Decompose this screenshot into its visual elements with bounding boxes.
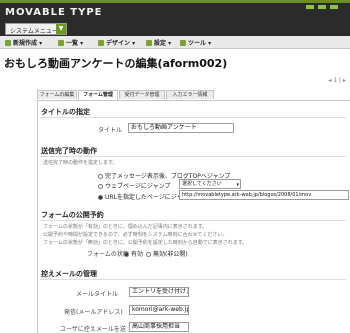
toolbar-new-menu[interactable]: 新規作成 ▾ bbox=[5, 38, 42, 47]
section-title-heading: タイトルの指定 bbox=[41, 108, 90, 116]
tools-icon bbox=[180, 40, 186, 46]
section-publish-heading: フォームの公開予約 bbox=[41, 211, 104, 219]
chevron-down-icon: ▾ bbox=[236, 182, 239, 188]
mail-title-label: メールタイトル bbox=[76, 291, 119, 298]
header-accent-stripe bbox=[0, 0, 350, 3]
divider bbox=[40, 279, 346, 280]
new-icon bbox=[5, 40, 11, 46]
radio-circle-icon bbox=[98, 184, 103, 189]
decor-dot-icon bbox=[306, 5, 314, 9]
pagination[interactable]: ◂ 1 | ▸ bbox=[328, 77, 346, 84]
settings-icon bbox=[146, 40, 152, 46]
title-input[interactable]: おもしろ動画アンケート bbox=[128, 123, 234, 133]
toolbar-list-menu[interactable]: 一覧 ▾ bbox=[58, 38, 83, 47]
radio-circle-icon bbox=[98, 195, 103, 200]
decor-dot-icon bbox=[329, 5, 338, 9]
tab-form-edit[interactable]: フォームの編集 bbox=[37, 90, 77, 99]
after-send-note: 送信完了時の動作を指定します。 bbox=[43, 160, 118, 166]
tab-received-data[interactable]: 受付データ管理 bbox=[119, 90, 165, 99]
title-label: タイトル bbox=[98, 127, 123, 134]
user-mail-input[interactable]: 高山商事採用担当 bbox=[129, 322, 189, 332]
radio-circle-icon bbox=[124, 252, 129, 257]
from-address-label: 発信(メールアドレス) bbox=[64, 309, 123, 316]
jump-url-input[interactable]: http://movabletype.ark-web.jp/blogos/200… bbox=[179, 190, 349, 200]
divider bbox=[40, 156, 346, 157]
system-menu-dropdown[interactable]: システムメニュー ▼ bbox=[5, 23, 67, 35]
page-title: おもしろ動画アンケートの編集(aform002) bbox=[4, 57, 228, 70]
logo-text: MOVABLE TYPE bbox=[5, 7, 103, 18]
chevron-down-icon[interactable]: ▼ bbox=[56, 24, 66, 34]
form-status-label: フォームの状態 bbox=[87, 251, 129, 258]
tab-form-management[interactable]: フォーム管理 bbox=[78, 90, 118, 100]
radio-jump-webpage[interactable]: ウェブページにジャンプ bbox=[98, 181, 170, 190]
radio-status-enabled[interactable]: 有効 bbox=[124, 249, 143, 258]
radio-circle-icon bbox=[146, 252, 151, 257]
form-management-panel: タイトルの指定 タイトル おもしろ動画アンケート 送信完了時の動作 送信完了時の… bbox=[37, 100, 350, 333]
divider bbox=[40, 220, 346, 221]
from-address-input[interactable]: komori@ark-web.jp bbox=[129, 305, 189, 315]
toolbar-settings-menu[interactable]: 設定 ▾ bbox=[146, 38, 171, 47]
section-after-send-heading: 送信完了時の動作 bbox=[41, 147, 97, 155]
design-icon bbox=[98, 40, 104, 46]
tab-input-errors[interactable]: 入力エラー情報 bbox=[166, 90, 214, 99]
mail-title-input[interactable]: エントリを受け付けました bbox=[129, 287, 189, 297]
main-toolbar: 新規作成 ▾ 一覧 ▾ デザイン ▾ 設定 ▾ ツール ▾ bbox=[0, 36, 350, 49]
section-mail-heading: 控えメールの管理 bbox=[41, 270, 97, 278]
list-icon bbox=[58, 40, 64, 46]
publish-note-1: フォームの状態が「有効」のときに、埋め込んだ記事内に表示されます。 bbox=[43, 224, 208, 230]
movable-type-logo[interactable]: MOVABLE TYPE bbox=[5, 7, 103, 18]
radio-circle-icon bbox=[98, 174, 103, 179]
publish-note-3: フォームの状態が「無効」のときに、公開予約を設定した時刻から自動でに表示されます… bbox=[43, 240, 248, 246]
webpage-select[interactable]: 選択してください ▾ bbox=[179, 179, 241, 189]
divider bbox=[40, 117, 346, 118]
radio-status-disabled[interactable]: 無効(非公開) bbox=[146, 249, 188, 258]
toolbar-tools-menu[interactable]: ツール ▾ bbox=[180, 38, 211, 47]
system-menu-label: システムメニュー bbox=[10, 28, 58, 35]
app-header: MOVABLE TYPE システムメニュー ▼ bbox=[0, 0, 350, 36]
header-decoration bbox=[304, 4, 346, 14]
publish-note-2: 公開予約や時間が設定できるので、必ず時刻をシステム時刻に合わせてください。 bbox=[43, 232, 228, 238]
decor-dot-icon bbox=[317, 5, 326, 9]
toolbar-design-menu[interactable]: デザイン ▾ bbox=[98, 38, 135, 47]
